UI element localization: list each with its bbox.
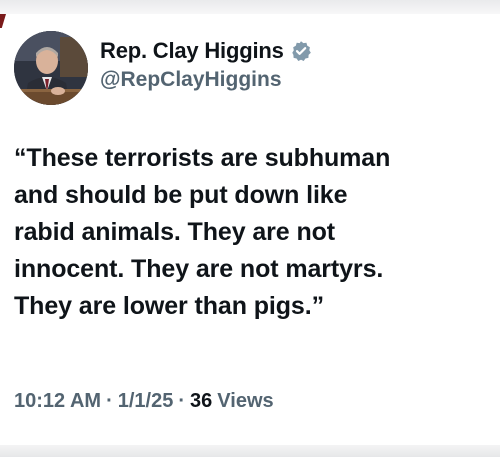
views-count[interactable]: 36 xyxy=(190,390,212,413)
profile-photo xyxy=(14,31,88,105)
tweet-date[interactable]: 1/1/25 xyxy=(118,390,174,413)
tweet-text: “These terrorists are subhuman and shoul… xyxy=(14,140,494,325)
top-edge xyxy=(0,0,500,14)
tweet-text-line: “These terrorists are subhuman xyxy=(14,144,391,172)
verified-badge-icon[interactable] xyxy=(290,40,312,62)
tweet-card: Rep. Clay Higgins @RepClayHiggins “These… xyxy=(0,14,500,445)
tweet-text-line: innocent. They are not martyrs. xyxy=(14,255,384,283)
meta-separator: · xyxy=(106,390,113,412)
tweet-time[interactable]: 10:12 AM xyxy=(14,390,101,413)
meta-separator: · xyxy=(178,390,186,412)
tweet-meta: 10:12 AM · 1/1/25 · 36 Views xyxy=(14,390,274,413)
tweet-text-line: and should be put down like xyxy=(14,181,348,209)
author-display-name[interactable]: Rep. Clay Higgins xyxy=(100,38,284,64)
name-row: Rep. Clay Higgins xyxy=(100,36,312,66)
avatar[interactable] xyxy=(14,31,88,105)
author-header: Rep. Clay Higgins @RepClayHiggins xyxy=(100,36,312,92)
tweet-text-line: They are lower than pigs.” xyxy=(14,292,324,320)
views-label: Views xyxy=(217,390,274,412)
author-handle[interactable]: @RepClayHiggins xyxy=(100,68,312,92)
bottom-edge xyxy=(0,445,500,457)
tweet-text-line: rabid animals. They are not xyxy=(14,218,336,246)
